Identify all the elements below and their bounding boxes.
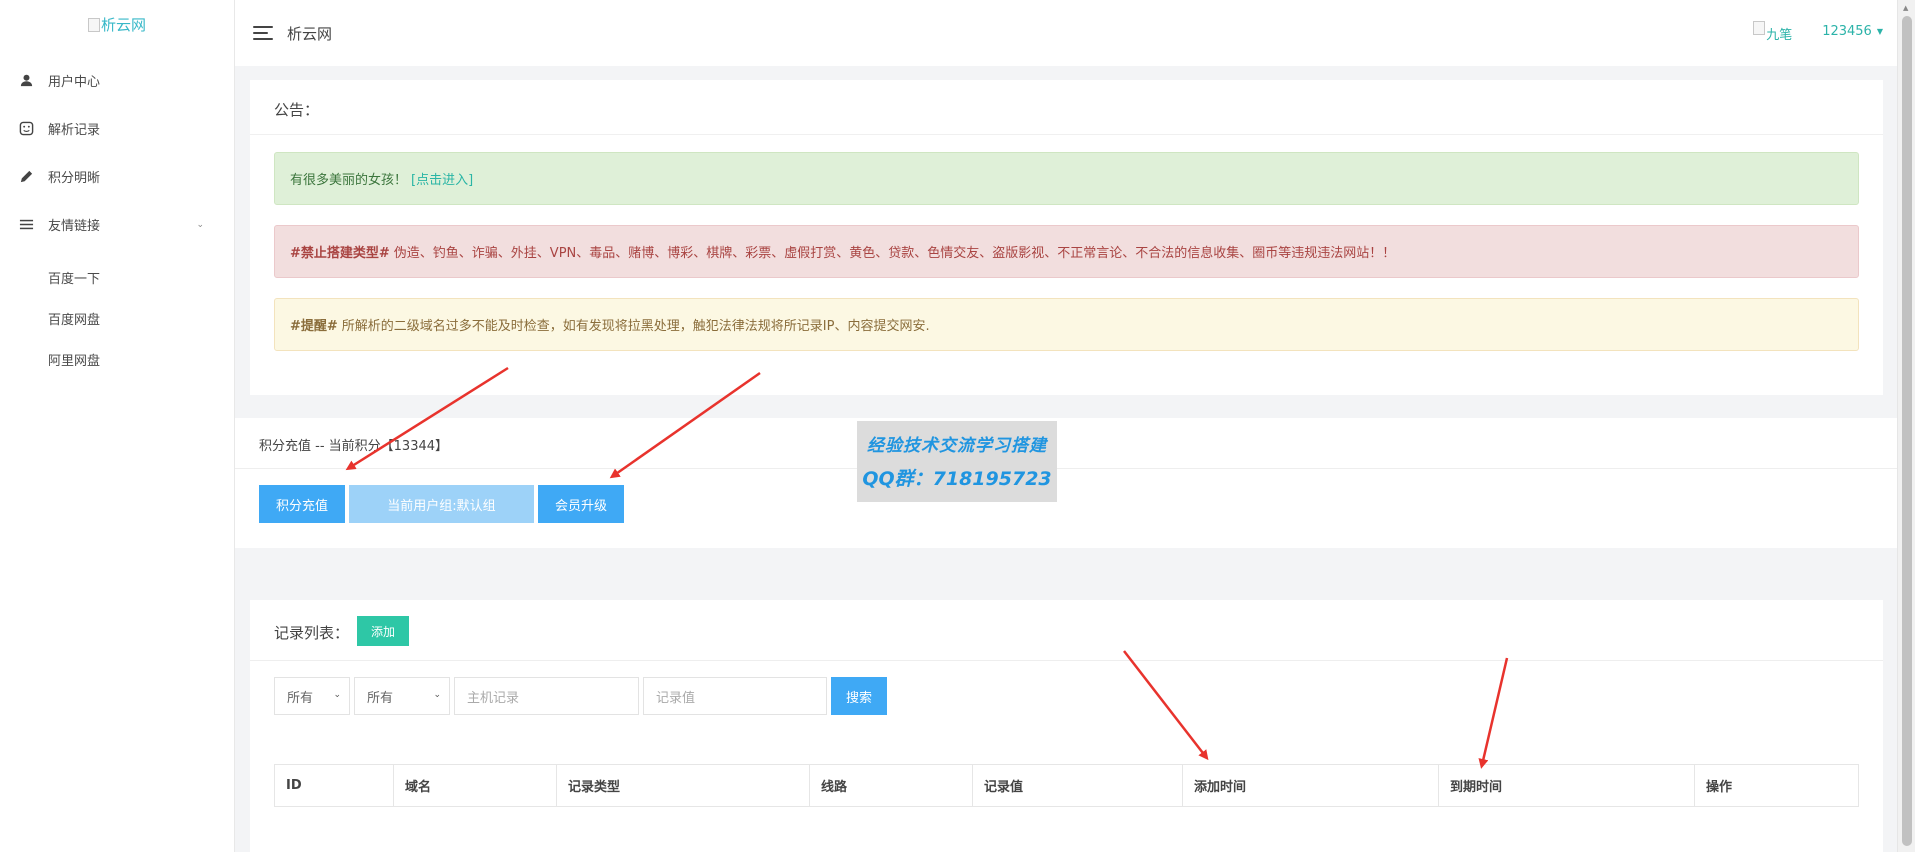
column-header-id[interactable]: ID xyxy=(275,765,394,806)
search-button[interactable]: 搜索 xyxy=(831,677,887,715)
record-value-input[interactable]: 记录值 xyxy=(643,677,827,715)
menu-toggle-icon[interactable] xyxy=(253,25,275,41)
recharge-button[interactable]: 积分充值 xyxy=(259,485,345,523)
user-menu[interactable]: 九笔 123456 ▼ xyxy=(1753,21,1883,43)
divider xyxy=(250,660,1883,661)
filter-select-2[interactable]: 所有 ⌄ xyxy=(354,677,450,715)
pen-icon xyxy=(18,168,34,184)
chevron-down-icon: ⌄ xyxy=(333,690,341,700)
record-icon xyxy=(18,120,34,136)
success-alert: 有很多美丽的女孩！ [点击进入] xyxy=(274,152,1859,205)
column-header-expire-time[interactable]: 到期时间 xyxy=(1439,765,1695,806)
topbar: 析云网 九笔 123456 ▼ xyxy=(235,0,1897,66)
scrollbar-thumb[interactable] xyxy=(1902,16,1912,846)
danger-text: 伪造、钓鱼、诈骗、外挂、VPN、毒品、赌博、博彩、棋牌、彩票、虚假打赏、黄色、贷… xyxy=(393,246,1396,261)
caret-down-icon: ▼ xyxy=(1876,27,1883,36)
chevron-down-icon: ⌄ xyxy=(433,690,441,700)
watermark-image: 经验技术交流学习搭建 QQ群：718195723 xyxy=(857,421,1057,502)
danger-alert: #禁止搭建类型# 伪造、钓鱼、诈骗、外挂、VPN、毒品、赌博、博彩、棋牌、彩票、… xyxy=(274,225,1859,278)
sidebar-item-label: 解析记录 xyxy=(48,122,101,138)
notice-panel: 公告： 有很多美丽的女孩！ [点击进入] #禁止搭建类型# 伪造、钓鱼、诈骗、外… xyxy=(250,80,1883,395)
points-panel: 积分充值 -- 当前积分【13344】 积分充值 当前用户组:默认组 会员升级 xyxy=(235,418,1897,548)
sidebar-item-label: 友情链接 xyxy=(48,218,101,234)
success-text: 有很多美丽的女孩！ xyxy=(290,173,408,188)
user-group-button[interactable]: 当前用户组:默认组 xyxy=(349,485,534,523)
chevron-down-icon: ⌄ xyxy=(196,220,204,230)
sidebar-subitem-aliyun-pan[interactable]: 阿里网盘 xyxy=(0,339,234,380)
watermark-line2: QQ群：718195723 xyxy=(862,468,1052,490)
add-record-button[interactable]: 添加 xyxy=(357,616,409,646)
column-header-actions[interactable]: 操作 xyxy=(1695,765,1858,806)
sidebar-subitem-baidu-pan[interactable]: 百度网盘 xyxy=(0,298,234,339)
column-header-add-time[interactable]: 添加时间 xyxy=(1183,765,1439,806)
broken-image-icon xyxy=(87,18,100,32)
sidebar-item-dns-records[interactable]: 解析记录 xyxy=(0,104,234,152)
avatar[interactable]: 九笔 xyxy=(1753,21,1793,43)
watermark-line1: 经验技术交流学习搭建 xyxy=(867,436,1047,456)
enter-link[interactable]: [点击进入] xyxy=(411,169,473,188)
divider xyxy=(235,468,1897,469)
danger-tag: #禁止搭建类型# xyxy=(290,246,390,261)
records-panel: 记录列表： 添加 所有 ⌄ 所有 ⌄ 主机记录 记录值 搜索 ID 域名 记录类… xyxy=(250,600,1883,852)
records-table-header: ID 域名 记录类型 线路 记录值 添加时间 到期时间 操作 xyxy=(274,764,1859,807)
points-title: 积分充值 -- 当前积分【13344】 xyxy=(259,439,449,454)
scrollbar[interactable]: ▲ xyxy=(1897,0,1915,852)
notice-title: 公告： xyxy=(250,80,1883,135)
sidebar-item-points[interactable]: 积分明晰 xyxy=(0,152,234,200)
warning-alert: #提醒# 所解析的二级域名过多不能及时检查，如有发现将拉黑处理，触犯法律法规将所… xyxy=(274,298,1859,351)
avatar-alt-text: 九笔 xyxy=(1766,28,1793,43)
scroll-up-icon[interactable]: ▲ xyxy=(1903,4,1908,12)
filter-select-value: 所有 xyxy=(287,690,314,706)
sidebar-subitem-label: 百度一下 xyxy=(48,272,101,287)
user-icon xyxy=(18,72,34,88)
logo-link[interactable]: 析云网 xyxy=(87,16,146,34)
site-title: 析云网 xyxy=(287,24,333,43)
sidebar-subitem-label: 百度网盘 xyxy=(48,313,101,328)
records-title: 记录列表： xyxy=(274,624,350,642)
broken-image-icon xyxy=(1753,21,1766,35)
username[interactable]: 123456 xyxy=(1822,24,1872,39)
sidebar-item-user-center[interactable]: 用户中心 xyxy=(0,56,234,104)
column-header-record-type[interactable]: 记录类型 xyxy=(557,765,810,806)
logo-alt-text: 析云网 xyxy=(100,16,146,34)
column-header-domain[interactable]: 域名 xyxy=(394,765,557,806)
upgrade-button[interactable]: 会员升级 xyxy=(538,485,624,523)
filter-select-1[interactable]: 所有 ⌄ xyxy=(274,677,350,715)
logo[interactable]: 析云网 xyxy=(0,0,234,56)
sidebar-item-label: 用户中心 xyxy=(48,74,101,90)
sidebar-subitem-label: 阿里网盘 xyxy=(48,354,101,369)
column-header-line[interactable]: 线路 xyxy=(810,765,973,806)
warning-text: 所解析的二级域名过多不能及时检查，如有发现将拉黑处理，触犯法律法规将所记录IP、… xyxy=(341,319,930,334)
host-record-input[interactable]: 主机记录 xyxy=(454,677,639,715)
sidebar-item-label: 积分明晰 xyxy=(48,170,101,186)
sidebar: 析云网 用户中心 解析记录 积分明晰 友情链接 ⌄ 百度一下 百度网盘 阿里网盘 xyxy=(0,0,235,852)
filter-select-value: 所有 xyxy=(367,690,394,706)
column-header-record-value[interactable]: 记录值 xyxy=(973,765,1183,806)
list-icon xyxy=(18,216,34,232)
warning-tag: #提醒# xyxy=(290,319,338,334)
sidebar-subitem-baidu[interactable]: 百度一下 xyxy=(0,257,234,298)
sidebar-item-friend-links[interactable]: 友情链接 ⌄ xyxy=(0,200,234,248)
